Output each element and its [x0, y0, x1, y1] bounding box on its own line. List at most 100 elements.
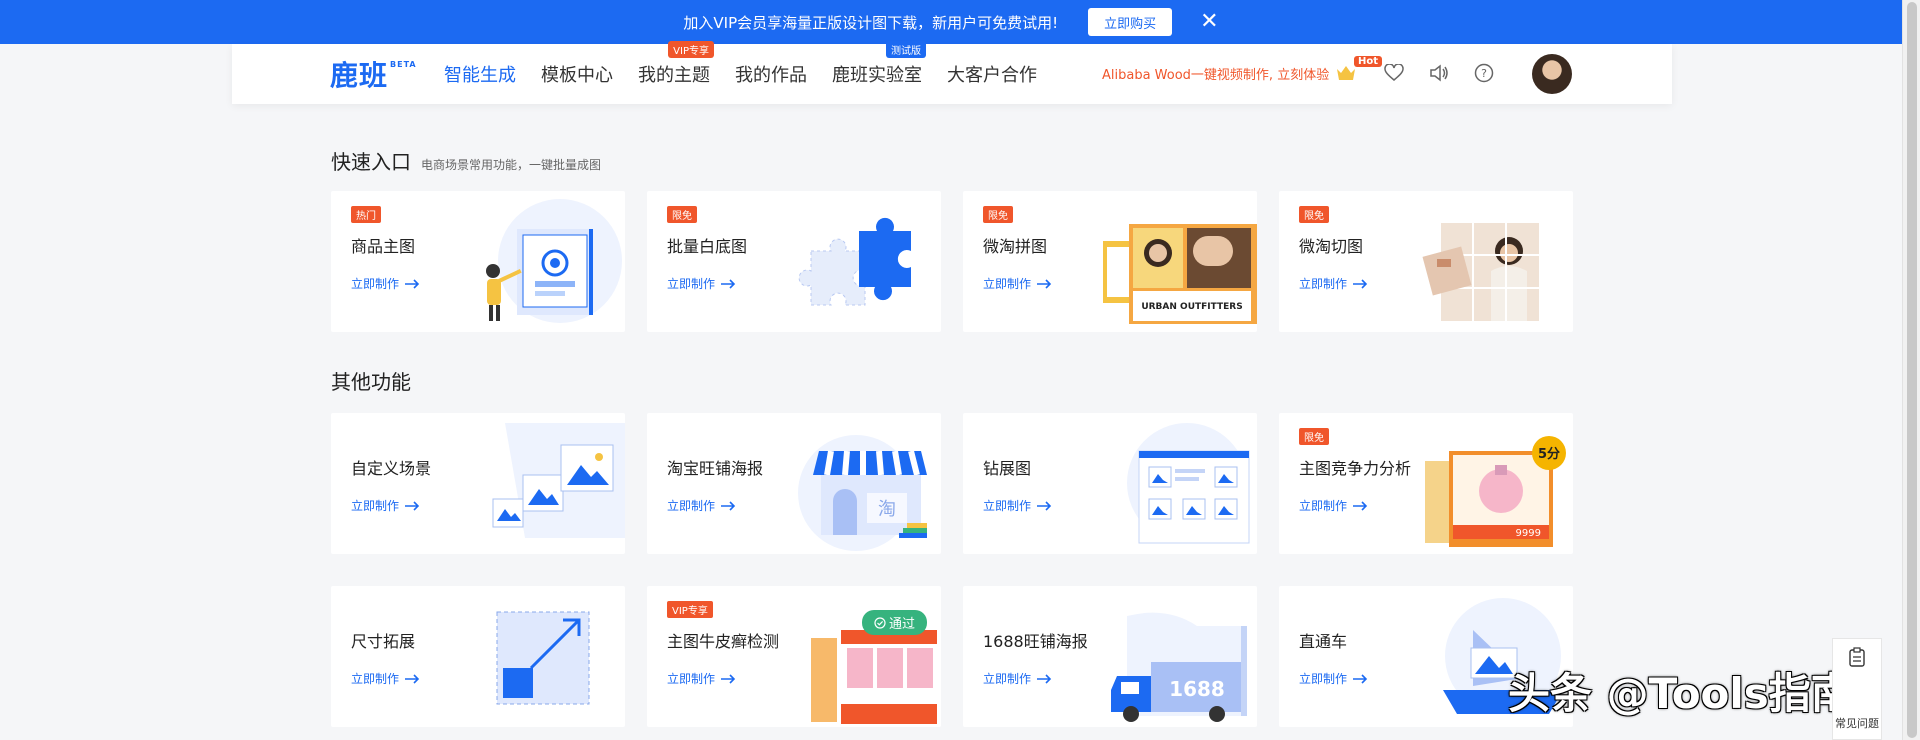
arrow-right-icon: [1353, 500, 1368, 511]
card-title: 主图牛皮癣检测: [667, 632, 780, 651]
link-label: 立即制作: [351, 499, 400, 513]
make-now-link[interactable]: 立即制作: [351, 497, 420, 514]
scrollbar-thumb[interactable]: [1907, 2, 1917, 738]
cut-grid-illustration: [1422, 223, 1539, 321]
nav-label: 鹿班实验室: [832, 65, 922, 86]
card-1688-shop-poster[interactable]: 1688旺铺海报 立即制作 1688: [963, 586, 1257, 727]
competitiveness-illustration: 9999 5分: [1425, 436, 1566, 547]
other-section-title: 其他功能: [331, 370, 411, 394]
help-circle-icon[interactable]: ?: [1472, 61, 1496, 85]
truck-illustration: 1688: [1111, 612, 1247, 722]
card-weitao-cut[interactable]: 限免 微淘切图 立即制作: [1279, 191, 1573, 332]
arrow-right-icon: [1037, 500, 1052, 511]
nav-smart-generate[interactable]: 智能生成: [444, 61, 516, 87]
make-now-link[interactable]: 立即制作: [1299, 497, 1368, 514]
card-psoriasis-detection[interactable]: VIP专享 主图牛皮癣检测 立即制作: [647, 586, 941, 727]
user-avatar[interactable]: [1532, 54, 1572, 94]
make-now-link[interactable]: 立即制作: [667, 497, 736, 514]
card-taobao-shop-poster[interactable]: 淘宝旺铺海报 立即制作 淘: [647, 413, 941, 554]
nav-template-center[interactable]: 模板中心: [541, 61, 613, 87]
promo-bar: 加入VIP会员享海量正版设计图下载，新用户可免费试用! 立即购买 ✕: [0, 0, 1902, 44]
link-label: 立即制作: [983, 277, 1032, 291]
card-title: 自定义场景: [351, 459, 432, 478]
card-title: 主图竞争力分析: [1299, 459, 1412, 478]
card-tag: 热门: [351, 206, 381, 223]
page-scrollbar[interactable]: [1902, 0, 1920, 740]
link-label: 立即制作: [667, 277, 716, 291]
pass-badge: 通过: [862, 610, 928, 635]
arrow-right-icon: [721, 673, 736, 684]
resize-illustration: [496, 611, 590, 705]
card-tag: 限免: [1299, 206, 1329, 223]
puzzle-illustration: [798, 217, 911, 306]
card-title: 微淘拼图: [983, 237, 1048, 256]
card-title: 尺寸拓展: [351, 632, 416, 651]
card-title: 批量白底图: [667, 237, 748, 256]
card-title: 淘宝旺铺海报: [667, 459, 764, 478]
nav-lab[interactable]: 鹿班实验室 测试版: [832, 41, 926, 87]
arrow-right-icon: [721, 278, 736, 289]
shop-illustration: 淘: [798, 435, 927, 551]
check-circle-icon: [874, 617, 886, 629]
score-text: 5分: [1538, 446, 1560, 462]
link-label: 立即制作: [1299, 672, 1348, 686]
make-now-link[interactable]: 立即制作: [667, 275, 736, 292]
card-tag: 限免: [1299, 428, 1329, 445]
link-label: 立即制作: [667, 499, 716, 513]
make-now-link[interactable]: 立即制作: [1299, 670, 1368, 687]
nav-my-themes[interactable]: 我的主题 VIP专享: [638, 41, 714, 87]
nav-label: 智能生成: [444, 65, 516, 86]
nav-enterprise[interactable]: 大客户合作: [947, 61, 1037, 87]
vip-badge: VIP专享: [668, 41, 714, 58]
make-now-link[interactable]: 立即制作: [1299, 275, 1368, 292]
beta-badge: 测试版: [886, 41, 926, 58]
card-tag: 限免: [667, 206, 697, 223]
link-label: 立即制作: [983, 672, 1032, 686]
quick-section-title: 快速入口 电商场景常用功能，一键批量成图: [331, 146, 601, 175]
arrow-right-icon: [1353, 278, 1368, 289]
link-label: 立即制作: [667, 672, 716, 686]
promo-text: 加入VIP会员享海量正版设计图下载，新用户可免费试用!: [683, 13, 1059, 32]
heart-icon[interactable]: [1382, 61, 1406, 85]
card-custom-scene[interactable]: 自定义场景 立即制作: [331, 413, 625, 554]
quick-title: 快速入口: [331, 150, 411, 174]
card-title: 1688旺铺海报: [983, 632, 1088, 651]
nav-label: 大客户合作: [947, 65, 1037, 86]
nav-my-works[interactable]: 我的作品: [735, 61, 807, 87]
faq-button[interactable]: 常见问题: [1832, 638, 1882, 740]
buy-now-button[interactable]: 立即购买: [1088, 8, 1173, 36]
make-now-link[interactable]: 立即制作: [983, 497, 1052, 514]
card-title: 直通车: [1299, 632, 1348, 651]
video-promo-link[interactable]: Alibaba Wood一键视频制作, 立刻体验: [1102, 64, 1329, 83]
price-text: 9999: [1516, 528, 1541, 539]
link-label: 立即制作: [1299, 277, 1348, 291]
arrow-right-icon: [1037, 673, 1052, 684]
make-now-link[interactable]: 立即制作: [351, 275, 420, 292]
card-weitao-collage[interactable]: 限免 微淘拼图 立即制作 URBAN OUTFITTERS: [963, 191, 1257, 332]
logo[interactable]: 鹿班 BETA: [330, 54, 416, 94]
nav-label: 我的作品: [735, 65, 807, 86]
logo-beta-tag: BETA: [390, 60, 417, 69]
svg-text:?: ?: [1481, 67, 1487, 80]
card-main-image-competitiveness[interactable]: 限免 主图竞争力分析 立即制作 9999 5分: [1279, 413, 1573, 554]
card-tag: 限免: [983, 206, 1013, 223]
card-diamond-booth-image[interactable]: 钻展图 立即制作: [963, 413, 1257, 554]
card-batch-white-bg[interactable]: 限免 批量白底图 立即制作: [647, 191, 941, 332]
card-product-main-image[interactable]: 热门 商品主图 立即制作: [331, 191, 625, 332]
make-now-link[interactable]: 立即制作: [983, 670, 1052, 687]
make-now-link[interactable]: 立即制作: [351, 670, 420, 687]
nav-label: 模板中心: [541, 65, 613, 86]
card-title: 商品主图: [351, 237, 416, 256]
product-image-illustration: [486, 199, 622, 323]
card-title: 微淘切图: [1299, 237, 1364, 256]
sound-icon[interactable]: [1428, 61, 1452, 85]
make-now-link[interactable]: 立即制作: [983, 275, 1052, 292]
card-size-extension[interactable]: 尺寸拓展 立即制作: [331, 586, 625, 727]
nav-label: 我的主题: [638, 65, 710, 86]
link-label: 立即制作: [351, 277, 400, 291]
close-icon[interactable]: ✕: [1200, 11, 1218, 33]
truck-1688-text: 1688: [1169, 677, 1225, 701]
pass-label: 通过: [889, 617, 916, 632]
custom-scene-illustration: [492, 423, 625, 538]
make-now-link[interactable]: 立即制作: [667, 670, 736, 687]
